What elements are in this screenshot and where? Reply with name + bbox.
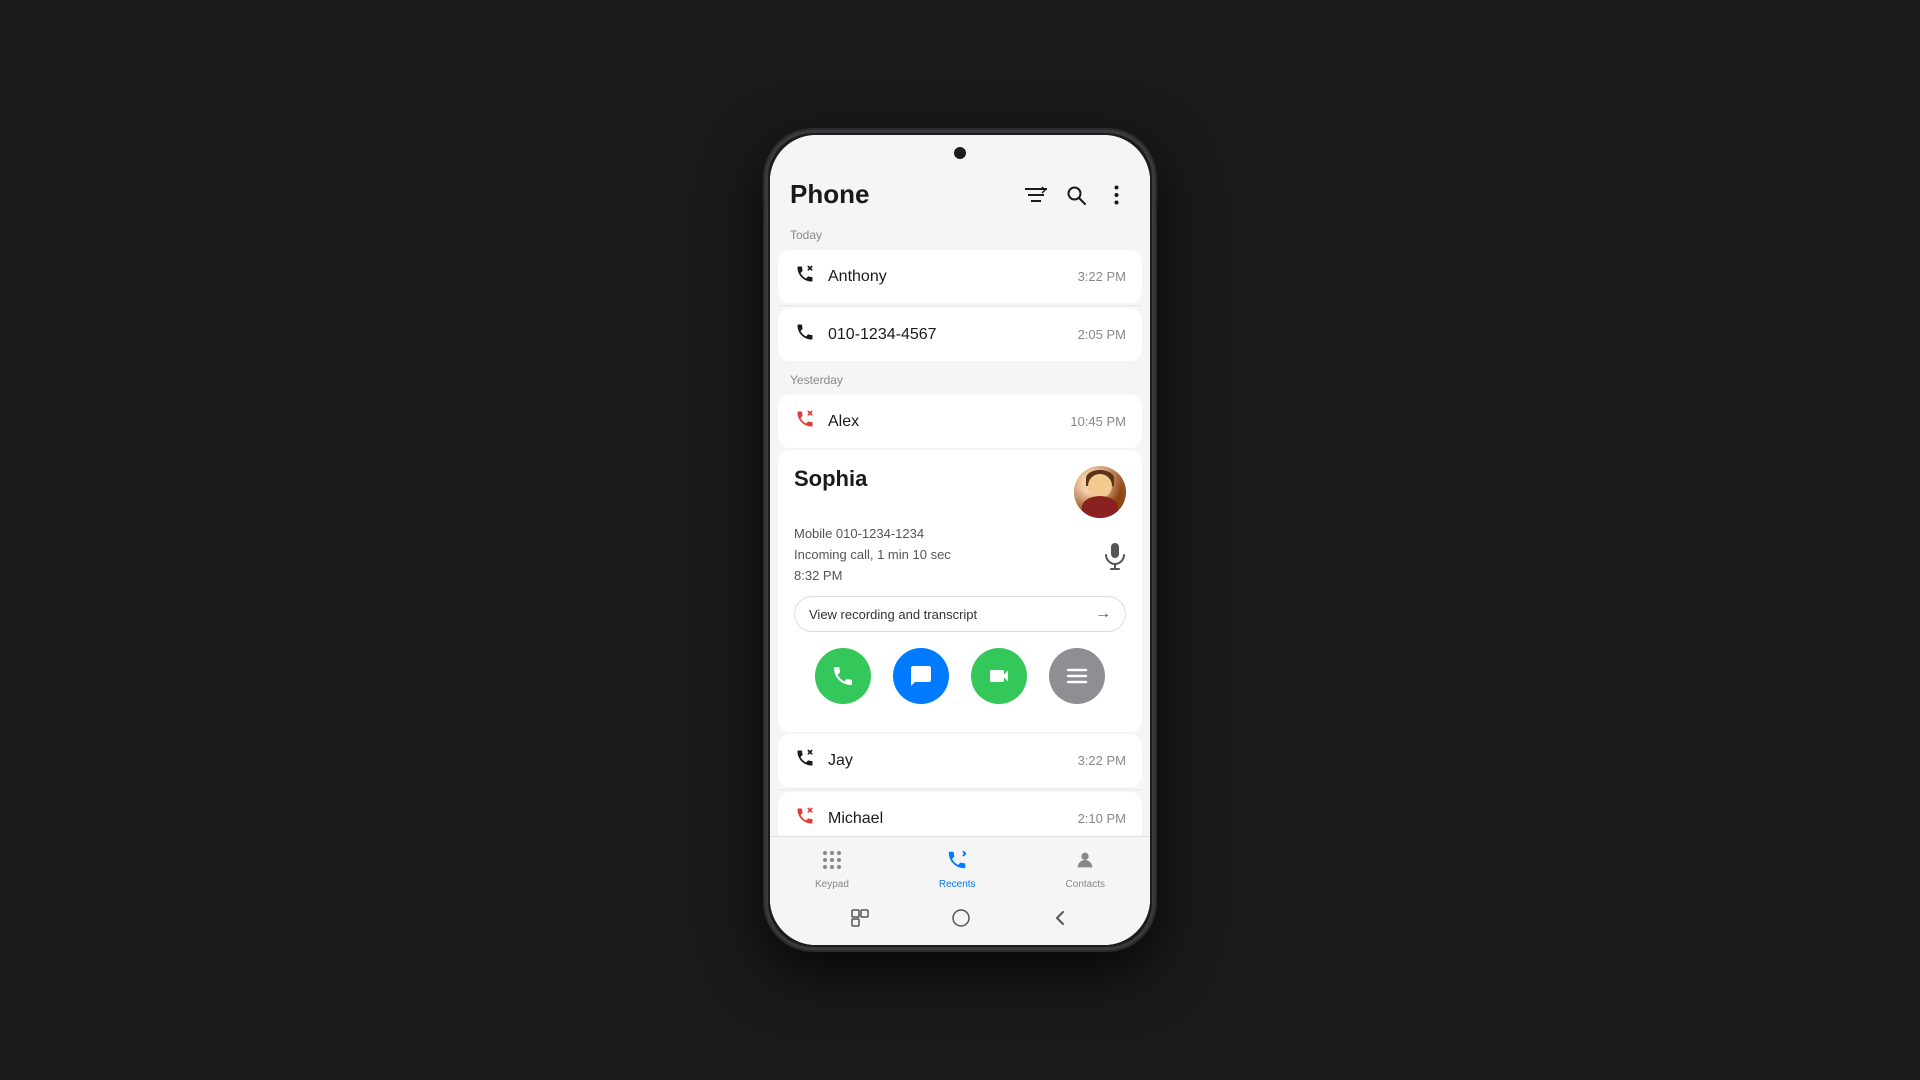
call-left-michael: Michael <box>794 806 883 831</box>
calls-list: Today Anthony 3:22 PM <box>770 218 1150 836</box>
status-bar <box>770 135 1150 171</box>
call-time-sophia: 8:32 PM <box>794 566 951 587</box>
call-left-jay: Jay <box>794 748 853 773</box>
call-item-anthony[interactable]: Anthony 3:22 PM <box>778 250 1142 303</box>
app-content: Phone <box>770 171 1150 945</box>
expanded-contact-details: Mobile 010-1234-1234 Incoming call, 1 mi… <box>794 524 951 586</box>
nav-keypad[interactable]: Keypad <box>795 845 869 894</box>
section-yesterday: Yesterday <box>770 363 1150 393</box>
call-button[interactable] <box>815 648 871 704</box>
search-icon[interactable] <box>1062 181 1090 209</box>
expanded-card-header: Sophia <box>794 466 1126 518</box>
outgoing-call-icon-jay <box>794 748 816 773</box>
phone-screen: Phone <box>770 135 1150 945</box>
call-left-alex: Alex <box>794 409 859 434</box>
message-button[interactable] <box>893 648 949 704</box>
expanded-contact-card[interactable]: Sophia Mobile 010-1234-1234 Incoming cal… <box>778 450 1142 732</box>
call-time-anthony: 3:22 PM <box>1078 269 1126 284</box>
nav-recents[interactable]: Recents <box>919 845 996 894</box>
expanded-info-row: Mobile 010-1234-1234 Incoming call, 1 mi… <box>794 524 1126 586</box>
header-actions <box>1022 181 1130 209</box>
more-icon[interactable] <box>1102 181 1130 209</box>
contact-name-jay: Jay <box>828 752 853 770</box>
call-item-number[interactable]: 010-1234-4567 2:05 PM <box>778 308 1142 361</box>
call-item-jay[interactable]: Jay 3:22 PM <box>778 734 1142 787</box>
bottom-navigation: Keypad Recents <box>770 836 1150 900</box>
contact-avatar <box>1074 466 1126 518</box>
call-time-jay: 3:22 PM <box>1078 753 1126 768</box>
call-left-2: 010-1234-4567 <box>794 322 937 347</box>
details-button[interactable] <box>1049 648 1105 704</box>
contact-name-michael: Michael <box>828 810 883 828</box>
call-item-michael[interactable]: Michael 2:10 PM <box>778 792 1142 836</box>
arrow-right-icon: → <box>1095 605 1111 623</box>
microphone-icon <box>1104 542 1126 576</box>
call-left: Anthony <box>794 264 887 289</box>
missed-call-icon-michael <box>794 806 816 831</box>
nav-contacts[interactable]: Contacts <box>1046 845 1125 894</box>
expanded-contact-name: Sophia <box>794 466 867 492</box>
contacts-label: Contacts <box>1066 879 1105 890</box>
incoming-call-icon <box>794 322 816 347</box>
contact-action-buttons <box>794 632 1126 716</box>
app-header: Phone <box>770 171 1150 218</box>
expanded-contact-info: Mobile 010-1234-1234 Incoming call, 1 mi… <box>794 524 1126 586</box>
call-time-alex: 10:45 PM <box>1070 414 1126 429</box>
recents-label: Recents <box>939 879 976 890</box>
recording-transcript-button[interactable]: View recording and transcript → <box>794 596 1126 632</box>
video-button[interactable] <box>971 648 1027 704</box>
call-time-michael: 2:10 PM <box>1078 811 1126 826</box>
filter-icon[interactable] <box>1022 181 1050 209</box>
phone-frame: Phone <box>765 130 1155 950</box>
call-item-alex[interactable]: Alex 10:45 PM <box>778 395 1142 448</box>
home-button[interactable] <box>951 908 971 933</box>
app-title: Phone <box>790 179 869 210</box>
contacts-icon <box>1074 849 1096 877</box>
contact-name-alex: Alex <box>828 413 859 431</box>
outgoing-call-icon <box>794 264 816 289</box>
recording-label: View recording and transcript <box>809 607 977 622</box>
call-duration-info: Incoming call, 1 min 10 sec <box>794 545 951 566</box>
call-time-number: 2:05 PM <box>1078 327 1126 342</box>
contact-name-number: 010-1234-4567 <box>828 326 937 344</box>
front-camera <box>954 147 966 159</box>
keypad-icon <box>821 849 843 877</box>
section-today: Today <box>770 218 1150 248</box>
contact-number: Mobile 010-1234-1234 <box>794 524 951 545</box>
recents-icon <box>946 849 968 877</box>
contact-name-anthony: Anthony <box>828 268 887 286</box>
back-button[interactable] <box>1053 908 1069 933</box>
missed-call-icon-alex <box>794 409 816 434</box>
recents-system-button[interactable] <box>851 909 869 932</box>
system-navigation-bar <box>770 900 1150 945</box>
keypad-label: Keypad <box>815 879 849 890</box>
